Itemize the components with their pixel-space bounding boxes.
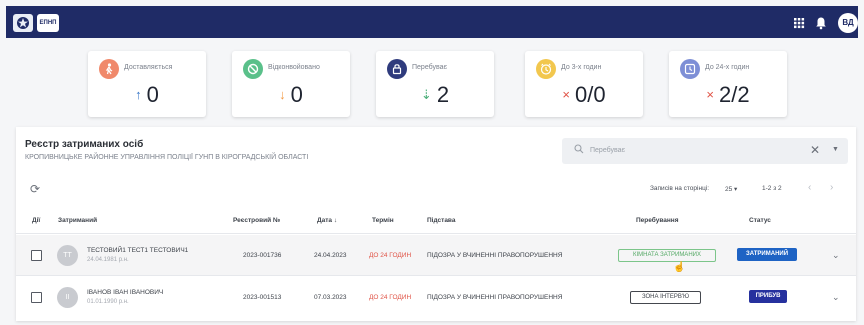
close-icon: × (562, 87, 570, 102)
status-badge: ПРИБУВ (749, 290, 787, 303)
clear-icon[interactable]: ✕ (810, 143, 820, 157)
column-header-reason[interactable]: Підстава (427, 217, 455, 224)
chevron-down-icon[interactable]: ▼ (832, 146, 839, 153)
refresh-icon[interactable]: ⟳ (30, 182, 40, 196)
alarm-icon (536, 59, 556, 79)
police-emblem-icon[interactable] (13, 14, 33, 32)
stat-label: Доставляється (124, 64, 173, 71)
divider (16, 275, 856, 276)
stat-card-staying[interactable]: Перебуває ⇣ 2 (376, 51, 494, 117)
stat-label: Відконвойовано (268, 64, 320, 71)
hand-cursor-icon: ☝ (673, 262, 686, 273)
registry-number: 2023-001513 (243, 294, 282, 301)
top-app-bar (6, 6, 858, 38)
arrow-down-icon: ↓ (279, 87, 286, 102)
table-row[interactable]: ТТ ТЕСТОВИЙ1 ТЕСТ1 ТЕСТОВИЧ1 24.04.1981 … (16, 235, 856, 275)
term-value: ДО 24 ГОДИН (369, 294, 412, 301)
reason-value: ПІДОЗРА У ВЧИНЕННІ ПРАВОПОРУШЕННЯ (427, 252, 563, 259)
stat-value: ⇣ 2 (420, 82, 450, 107)
stat-label: Перебуває (412, 64, 448, 71)
stat-value: × 0/0 (562, 82, 606, 107)
search-field[interactable]: Перебуває ✕ ▼ (562, 138, 848, 164)
stat-value: ↓ 0 (279, 82, 303, 107)
app-logo[interactable]: ЕПНП (37, 14, 59, 32)
walk-icon (99, 59, 119, 79)
column-header-date[interactable]: Дата ↓ (317, 217, 337, 224)
status-badge: ЗАТРИМАНИЙ (737, 248, 797, 261)
chevron-left-icon[interactable]: ‹ (808, 182, 811, 193)
detainee-dob: 01.01.1990 р.н. (87, 299, 129, 305)
per-page-select[interactable]: 25 ▾ (725, 185, 737, 193)
chevron-right-icon[interactable]: › (830, 182, 833, 193)
bell-icon[interactable] (812, 14, 830, 32)
date-value: 07.03.2023 (314, 294, 347, 301)
pagination-range: 1-2 з 2 (762, 185, 782, 192)
search-icon (574, 144, 584, 157)
table-row[interactable]: ІІ ІВАНОВ ІВАН ІВАНОВИЧ 01.01.1990 р.н. … (16, 277, 856, 317)
column-header-registry-number[interactable]: Реєстровий № (233, 217, 280, 224)
date-value: 24.04.2023 (314, 252, 347, 259)
arrow-up-icon: ↑ (135, 87, 142, 102)
location-badge[interactable]: ЗОНА ІНТЕРВ'Ю (630, 291, 701, 304)
column-header-location[interactable]: Перебування (636, 217, 679, 224)
term-value: ДО 24 ГОДИН (369, 252, 412, 259)
lock-icon (387, 59, 407, 79)
divider (16, 233, 856, 234)
avatar: ІІ (57, 287, 78, 308)
stat-label: До 24-х годин (705, 64, 750, 71)
detainee-name: ІВАНОВ ІВАН ІВАНОВИЧ (87, 289, 164, 296)
close-icon: × (706, 87, 714, 102)
stat-card-up-to-3-hours[interactable]: До 3-х годин × 0/0 (525, 51, 643, 117)
column-header-status[interactable]: Статус (749, 217, 771, 224)
location-badge[interactable]: КІМНАТА ЗАТРИМАНИХ (618, 249, 716, 262)
chevron-down-icon[interactable]: ⌄ (832, 250, 840, 261)
stat-card-convoyed[interactable]: Відконвойовано ↓ 0 (232, 51, 350, 117)
stat-card-up-to-24-hours[interactable]: До 24-х годин × 2/2 (669, 51, 787, 117)
sort-down-icon: ↓ (333, 217, 338, 224)
page-title: Реєстр затриманих осіб (25, 139, 144, 150)
detainees-registry-panel: Реєстр затриманих осіб КРОПИВНИЦЬКЕ РАЙО… (16, 127, 856, 321)
stat-card-delivering[interactable]: Доставляється ↑ 0 (88, 51, 206, 117)
registry-number: 2023-001736 (243, 252, 282, 259)
column-header-detainee[interactable]: Затриманий (58, 217, 97, 224)
grid-icon[interactable] (790, 14, 808, 32)
avatar: ТТ (57, 245, 78, 266)
column-header-actions: Дії (32, 217, 41, 224)
clock-icon (680, 59, 700, 79)
stat-value: ↑ 0 (135, 82, 159, 107)
row-checkbox[interactable] (31, 292, 42, 303)
row-checkbox[interactable] (31, 250, 42, 261)
ban-icon (243, 59, 263, 79)
reason-value: ПІДОЗРА У ВЧИНЕННІ ПРАВОПОРУШЕННЯ (427, 294, 563, 301)
page-subtitle: КРОПИВНИЦЬКЕ РАЙОННЕ УПРАВЛІННЯ ПОЛІЦІЇ … (25, 154, 309, 161)
detainee-dob: 24.04.1981 р.н. (87, 257, 129, 263)
stat-value: × 2/2 (706, 82, 750, 107)
per-page-label: Записів на сторінці: (650, 185, 710, 192)
user-avatar[interactable]: ВД (838, 13, 858, 33)
stat-label: До 3-х годин (561, 64, 602, 71)
column-header-term[interactable]: Термін (372, 217, 394, 224)
detainee-name: ТЕСТОВИЙ1 ТЕСТ1 ТЕСТОВИЧ1 (87, 247, 189, 254)
arrow-down-icon: ⇣ (420, 87, 432, 102)
chevron-down-icon[interactable]: ⌄ (832, 292, 840, 303)
search-input[interactable]: Перебуває (590, 147, 625, 154)
